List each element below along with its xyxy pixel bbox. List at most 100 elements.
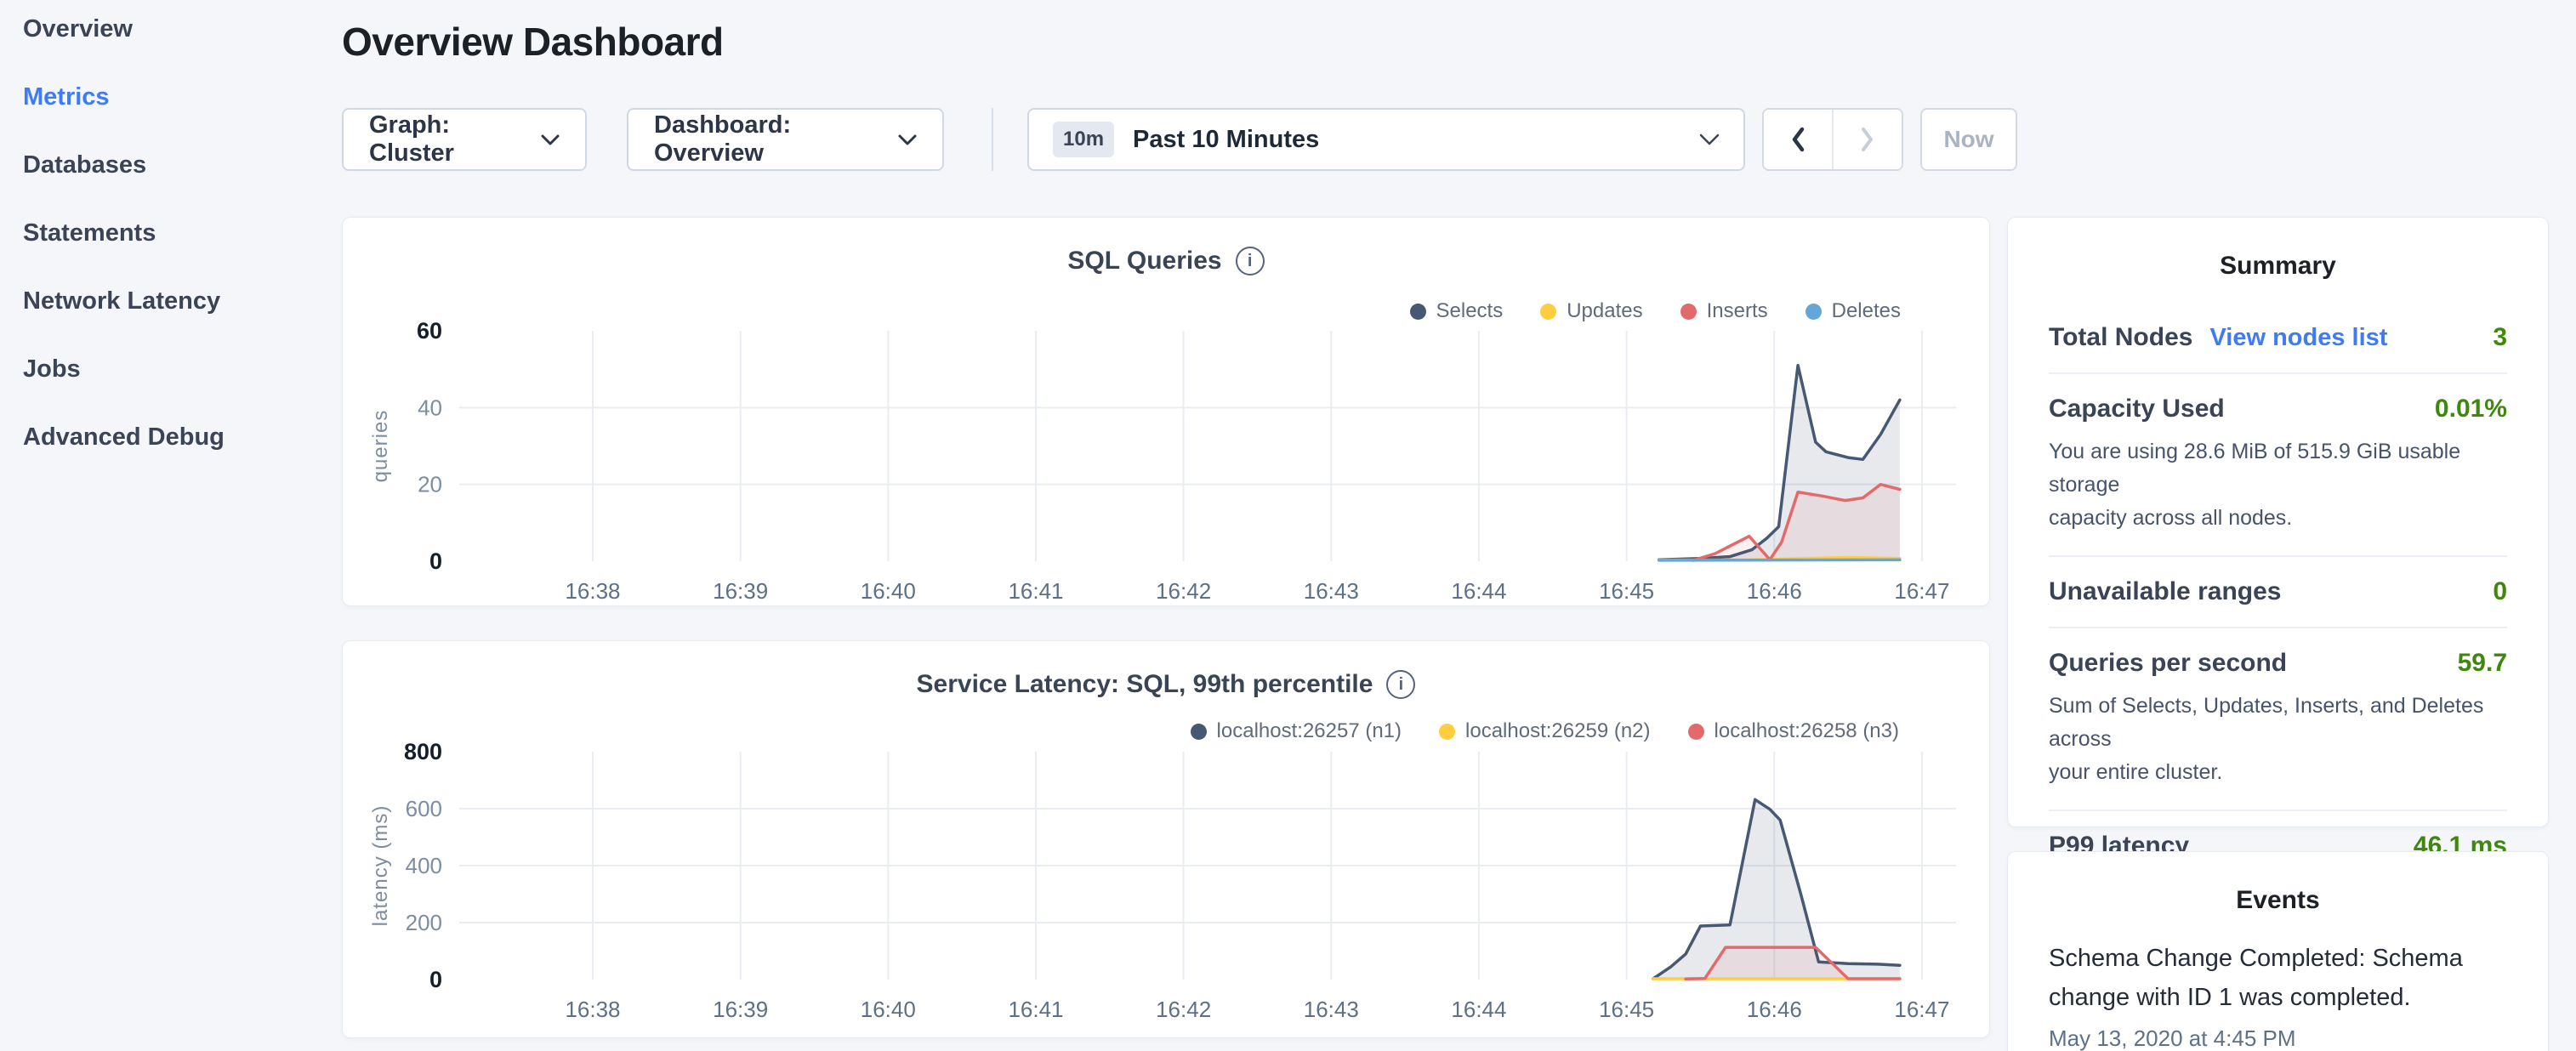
- chart-title: Service Latency: SQL, 99th percentile: [917, 670, 1373, 699]
- sidebar-item-overview[interactable]: Overview: [23, 15, 133, 43]
- x-axis-tick: 16:40: [861, 997, 916, 1022]
- legend-label: Selects: [1436, 299, 1504, 323]
- x-axis-tick: 16:42: [1156, 997, 1211, 1022]
- summary-label: Total Nodes: [2049, 323, 2192, 352]
- chart-legend: Selects Updates Inserts Deletes: [1410, 299, 1902, 323]
- summary-description: Sum of Selects, Updates, Inserts, and De…: [2049, 690, 2507, 789]
- legend-label: Updates: [1567, 299, 1642, 323]
- sidebar-item-databases[interactable]: Databases: [23, 151, 146, 179]
- x-axis-tick: 16:39: [713, 997, 768, 1022]
- legend-dot: [1688, 724, 1704, 740]
- x-axis-tick: 16:44: [1451, 997, 1506, 1022]
- view-nodes-list-link[interactable]: View nodes list: [2209, 324, 2387, 352]
- sidebar-item-statements[interactable]: Statements: [23, 219, 156, 247]
- y-axis-tick: 40: [418, 395, 442, 420]
- service-latency-chart[interactable]: 020040060080016:3816:3916:4016:4116:4216…: [343, 641, 1989, 1037]
- x-axis-tick: 16:46: [1747, 997, 1802, 1022]
- x-axis-tick: 16:41: [1008, 997, 1063, 1022]
- legend-item-updates: Updates: [1540, 299, 1642, 323]
- x-axis-tick: 16:45: [1599, 578, 1654, 604]
- y-axis-tick: 0: [429, 548, 442, 574]
- time-range-label: Past 10 Minutes: [1133, 126, 1680, 154]
- x-axis-tick: 16:39: [713, 578, 768, 604]
- service-latency-chart-panel: Service Latency: SQL, 99th percentile i …: [342, 640, 1990, 1038]
- legend-item-deletes: Deletes: [1805, 299, 1901, 323]
- summary-row-top: Total Nodes View nodes list 3: [2049, 323, 2507, 352]
- y-axis-tick: 600: [406, 796, 442, 821]
- info-icon[interactable]: i: [1386, 670, 1415, 699]
- y-axis-tick: 400: [406, 853, 442, 878]
- chart-title: SQL Queries: [1067, 247, 1221, 276]
- legend-item-localhost-26259-n2: localhost:26259 (n2): [1439, 719, 1650, 743]
- summary-value: 0: [2493, 577, 2507, 606]
- x-axis-tick: 16:43: [1304, 578, 1359, 604]
- x-axis-tick: 16:38: [565, 578, 620, 604]
- x-axis-tick: 16:44: [1451, 578, 1506, 604]
- chart-legend: localhost:26257 (n1) localhost:26259 (n2)…: [1191, 719, 1899, 743]
- x-axis-tick: 16:43: [1304, 997, 1359, 1022]
- summary-row-capacity-used: Capacity Used 0.01% You are using 28.6 MiB…: [2049, 374, 2507, 557]
- controls-divider: [992, 108, 993, 171]
- graph-scope-dropdown[interactable]: Graph: Cluster: [342, 108, 587, 171]
- legend-label: Inserts: [1707, 299, 1768, 323]
- x-axis-tick: 16:40: [861, 578, 916, 604]
- legend-dot: [1540, 304, 1556, 320]
- x-axis-tick: 16:42: [1156, 578, 1211, 604]
- chart-canvas[interactable]: 020040060080016:3816:3916:4016:4116:4216…: [343, 641, 1991, 1039]
- chart-title-row: Service Latency: SQL, 99th percentile i: [343, 670, 1989, 699]
- graph-scope-label: Graph: Cluster: [369, 111, 541, 168]
- legend-dot: [1680, 304, 1697, 320]
- time-range-badge: 10m: [1053, 122, 1114, 157]
- chevron-down-icon: [1699, 134, 1720, 145]
- event-timestamp: May 13, 2020 at 4:45 PM: [2049, 1025, 2507, 1051]
- chevron-left-icon: [1790, 127, 1805, 152]
- time-range-dropdown[interactable]: 10m Past 10 Minutes: [1027, 108, 1745, 171]
- legend-label: localhost:26258 (n3): [1714, 719, 1899, 743]
- legend-label: localhost:26259 (n2): [1465, 719, 1650, 743]
- chevron-right-icon: [1860, 127, 1875, 152]
- events-panel: Events Schema Change Completed: Schema c…: [2007, 851, 2549, 1051]
- events-title: Events: [2049, 886, 2507, 915]
- legend-dot: [1410, 304, 1426, 320]
- summary-row-queries-per-second: Queries per second59.7Sum of Selects, Up…: [2049, 628, 2507, 811]
- y-axis-label: latency (ms): [369, 805, 392, 927]
- summary-value: 3: [2493, 323, 2507, 352]
- chevron-down-icon: [541, 134, 560, 145]
- summary-row-unavailable-ranges: Unavailable ranges 0: [2049, 557, 2507, 628]
- chart-canvas[interactable]: 020406016:3816:3916:4016:4116:4216:4316:…: [343, 218, 1991, 607]
- time-forward-button[interactable]: [1832, 110, 1902, 169]
- summary-rows: Total Nodes View nodes list 3 Capacity Used…: [2049, 303, 2507, 881]
- summary-description: You are using 28.6 MiB of 515.9 GiB usab…: [2049, 435, 2507, 535]
- summary-label: Unavailable ranges: [2049, 577, 2281, 606]
- sql-queries-chart-panel: SQL Queries i 020406016:3816:3916:4016:4…: [342, 217, 1990, 606]
- summary-label: Capacity Used: [2049, 395, 2225, 423]
- y-axis-tick: 60: [417, 318, 442, 344]
- dashboard-dropdown[interactable]: Dashboard: Overview: [627, 108, 944, 171]
- info-icon[interactable]: i: [1236, 247, 1265, 276]
- sidebar-item-network-latency[interactable]: Network Latency: [23, 287, 220, 315]
- time-back-button[interactable]: [1764, 110, 1832, 169]
- legend-item-inserts: Inserts: [1680, 299, 1768, 323]
- y-axis-label: queries: [369, 410, 392, 483]
- page-title: Overview Dashboard: [342, 19, 724, 65]
- chart-title-row: SQL Queries i: [343, 247, 1989, 276]
- summary-row-top: Capacity Used 0.01%: [2049, 395, 2507, 423]
- x-axis-tick: 16:46: [1747, 578, 1802, 604]
- events-list: Schema Change Completed: Schema change w…: [2049, 939, 2507, 1051]
- sidebar-item-metrics[interactable]: Metrics: [23, 83, 110, 111]
- sidebar-item-advanced-debug[interactable]: Advanced Debug: [23, 423, 225, 452]
- sql-queries-chart[interactable]: 020406016:3816:3916:4016:4116:4216:4316:…: [343, 218, 1989, 605]
- x-axis-tick: 16:47: [1894, 578, 1949, 604]
- summary-value: 0.01%: [2435, 395, 2507, 423]
- sidebar-item-jobs[interactable]: Jobs: [23, 355, 81, 383]
- legend-label: localhost:26257 (n1): [1217, 719, 1402, 743]
- legend-item-selects: Selects: [1410, 299, 1504, 323]
- summary-panel: Summary Total NodesView nodes list3Capac…: [2007, 217, 2549, 827]
- now-button[interactable]: Now: [1920, 108, 2017, 171]
- summary-row-top: Unavailable ranges 0: [2049, 577, 2507, 606]
- event-message: Schema Change Completed: Schema change w…: [2049, 939, 2507, 1017]
- sidebar: Overview Metrics Databases Statements Networ…: [0, 0, 342, 1051]
- summary-row-total-nodes: Total Nodes View nodes list 3: [2049, 303, 2507, 374]
- y-axis-tick: 800: [404, 739, 442, 764]
- legend-dot: [1805, 304, 1822, 320]
